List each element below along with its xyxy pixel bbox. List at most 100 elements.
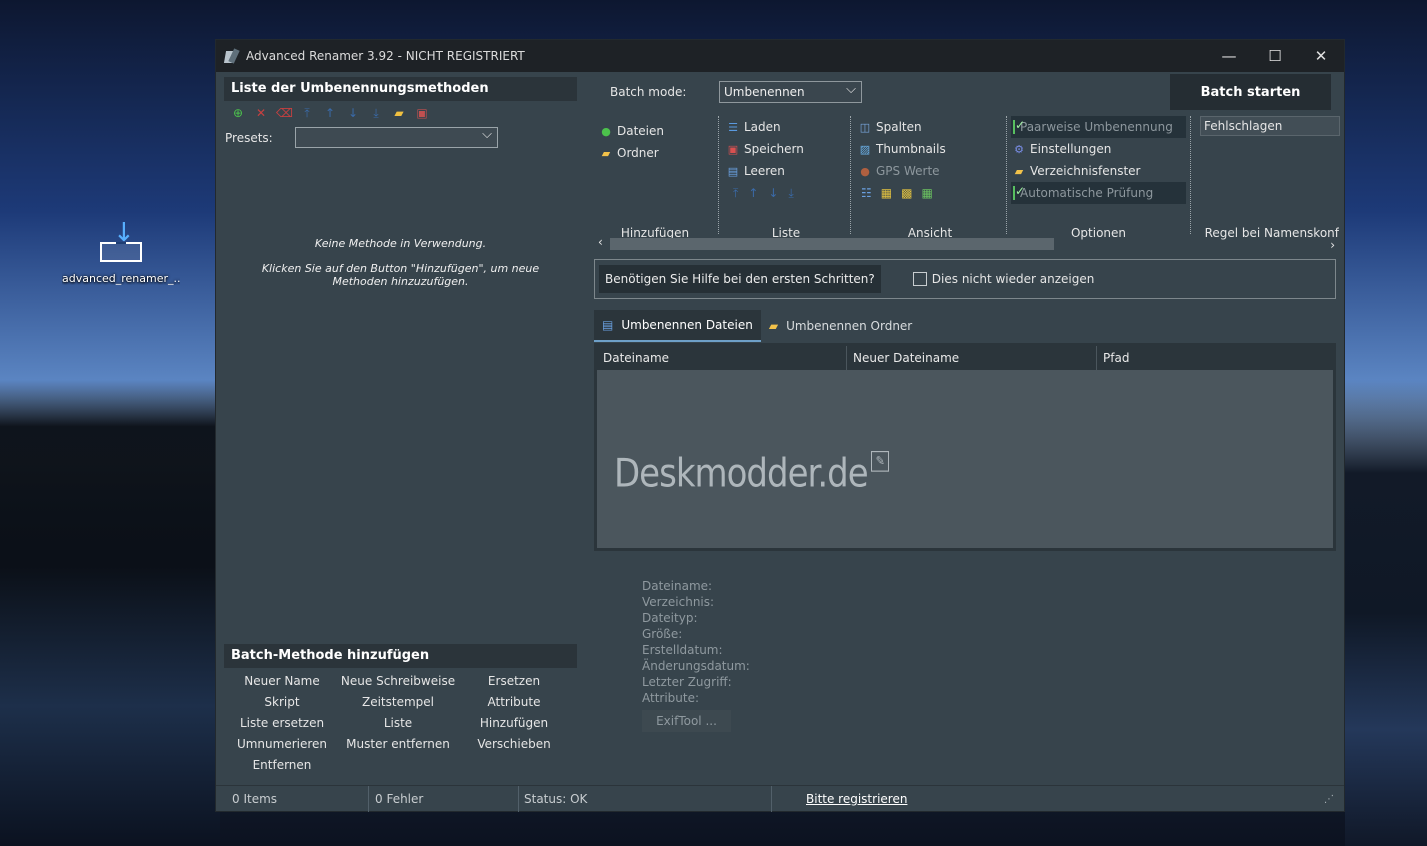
resize-grip-icon[interactable]: ⋰ xyxy=(1324,794,1334,805)
file-list-header: Dateiname Neuer Dateiname Pfad xyxy=(597,346,1333,370)
help-button[interactable]: Benötigen Sie Hilfe bei den ersten Schri… xyxy=(599,265,881,293)
move-down-icon[interactable]: ↓ xyxy=(345,105,361,121)
move-down-icon[interactable]: ↓ xyxy=(768,186,778,200)
folder-icon: ▰ xyxy=(768,319,779,333)
close-button[interactable]: ✕ xyxy=(1298,40,1344,72)
move-top-icon[interactable]: ⤒ xyxy=(299,105,315,121)
move-bottom-icon[interactable]: ⤓ xyxy=(788,186,793,201)
pairwise-rename-label: Paarweise Umbenennung xyxy=(1020,120,1173,134)
list-clear-button[interactable]: ▤ Leeren xyxy=(725,160,849,182)
column-header-path[interactable]: Pfad xyxy=(1097,346,1333,370)
status-text: Status: OK xyxy=(519,785,772,812)
method-verschieben[interactable]: Verschieben xyxy=(456,737,572,751)
prop-created: Erstelldatum: xyxy=(642,643,723,657)
settings-button[interactable]: ⚙ Einstellungen xyxy=(1011,138,1186,160)
image-icon: ▨ xyxy=(859,142,871,156)
batch-mode-dropdown[interactable]: Umbenennen xyxy=(719,80,862,103)
batch-start-button[interactable]: Batch starten xyxy=(1170,74,1331,110)
method-neue-schreibweise[interactable]: Neue Schreibweise xyxy=(340,674,456,688)
desktop-icon-label: advanced_renamer_... xyxy=(62,272,180,285)
desktop-icon-advanced-renamer[interactable]: ↓ advanced_renamer_... xyxy=(62,218,180,285)
method-neuer-name[interactable]: Neuer Name xyxy=(224,674,340,688)
pairwise-rename-toggle[interactable]: Paarweise Umbenennung xyxy=(1011,116,1186,138)
ribbon-group-optionen: Paarweise Umbenennung ⚙ Einstellungen ▰ … xyxy=(1011,116,1186,240)
file-icon: ▤ xyxy=(602,318,614,332)
list-clear-label: Leeren xyxy=(744,164,785,178)
ribbon-separator xyxy=(1006,116,1007,234)
scroll-left-icon[interactable]: ‹ xyxy=(598,235,603,249)
method-liste[interactable]: Liste xyxy=(340,716,456,730)
list-load-label: Laden xyxy=(744,120,781,134)
move-bottom-icon[interactable]: ⤓ xyxy=(368,105,384,121)
ribbon: ● Dateien ▰ Ordner Hinzufügen ☰ Laden ▣ … xyxy=(594,116,1340,240)
method-entfernen[interactable]: Entfernen xyxy=(224,758,340,772)
ribbon-group-liste: ☰ Laden ▣ Speichern ▤ Leeren ⤒ ↑ ↓ ⤓ Lis… xyxy=(723,116,849,240)
map-pin-icon: ● xyxy=(860,164,870,178)
register-link[interactable]: Bitte registrieren xyxy=(772,792,907,806)
method-skript[interactable]: Skript xyxy=(224,695,340,709)
ribbon-scrollbar[interactable]: ‹ › xyxy=(594,234,1339,252)
presets-dropdown[interactable] xyxy=(295,127,498,148)
auto-check-toggle[interactable]: Automatische Prüfung xyxy=(1011,182,1186,204)
ribbon-group-hinzufuegen: ● Dateien ▰ Ordner Hinzufügen xyxy=(594,116,716,240)
move-up-icon[interactable]: ↑ xyxy=(748,186,758,200)
plus-circle-icon: ● xyxy=(601,124,611,138)
empty-line-2: Klicken Sie auf den Button "Hinzufügen",… xyxy=(261,262,540,288)
checkbox-icon xyxy=(912,272,927,286)
method-attribute[interactable]: Attribute xyxy=(456,695,572,709)
method-zeitstempel[interactable]: Zeitstempel xyxy=(340,695,456,709)
directory-window-button[interactable]: ▰ Verzeichnisfenster xyxy=(1011,160,1186,182)
app-window: Advanced Renamer 3.92 - NICHT REGISTRIER… xyxy=(215,39,1345,812)
grid-view-icon[interactable]: ▦ xyxy=(921,186,932,200)
watermark: Deskmodder.de ✎ xyxy=(614,451,889,497)
tab-rename-folders[interactable]: ▰ Umbenennen Ordner xyxy=(761,310,920,342)
view-thumbnails-button[interactable]: ▨ Thumbnails xyxy=(857,138,1005,160)
file-tabs: ▤ Umbenennen Dateien ▰ Umbenennen Ordner xyxy=(594,310,920,342)
minimize-button[interactable]: — xyxy=(1206,40,1252,72)
dont-show-again-checkbox[interactable]: Dies nicht wieder anzeigen xyxy=(912,272,1094,286)
add-files-label: Dateien xyxy=(617,124,665,138)
tab-rename-files[interactable]: ▤ Umbenennen Dateien xyxy=(594,310,761,342)
delete-icon[interactable]: ✕ xyxy=(253,105,269,121)
empty-methods-message: Keine Methode in Verwendung. Klicken Sie… xyxy=(224,237,577,300)
file-list[interactable]: Dateiname Neuer Dateiname Pfad Deskmodde… xyxy=(594,343,1336,551)
method-hinzufuegen[interactable]: Hinzufügen xyxy=(456,716,572,730)
scroll-right-icon[interactable]: › xyxy=(1330,238,1335,252)
view-mode-toolbar: ☷ ▦ ▩ ▦ xyxy=(857,182,1005,204)
add-files-button[interactable]: ● Dateien xyxy=(598,120,716,142)
view-gps-button[interactable]: ● GPS Werte xyxy=(857,160,1005,182)
ribbon-separator xyxy=(1190,116,1191,234)
open-folder-icon[interactable]: ▰ xyxy=(391,105,407,121)
method-ersetzen[interactable]: Ersetzen xyxy=(456,674,572,688)
view-columns-button[interactable]: ◫ Spalten xyxy=(857,116,1005,138)
columns-icon: ◫ xyxy=(859,120,871,134)
add-folder-button[interactable]: ▰ Ordner xyxy=(598,142,716,164)
move-up-icon[interactable]: ↑ xyxy=(322,105,338,121)
file-properties: Dateiname: Verzeichnis: Dateityp: Größe:… xyxy=(642,578,750,732)
exiftool-button[interactable]: ExifTool ... xyxy=(642,710,731,732)
methods-header: Liste der Umbenennungsmethoden xyxy=(224,77,577,101)
save-icon[interactable]: ▣ xyxy=(414,105,430,121)
scrollbar-thumb[interactable] xyxy=(610,238,1054,250)
move-top-icon[interactable]: ⤒ xyxy=(733,186,738,201)
details-view-icon[interactable]: ▦ xyxy=(881,186,892,200)
eraser-icon[interactable]: ⌫ xyxy=(276,105,293,121)
maximize-button[interactable]: ☐ xyxy=(1252,40,1298,72)
method-muster-entfernen[interactable]: Muster entfernen xyxy=(340,737,456,751)
download-file-icon: ↓ xyxy=(98,218,144,264)
method-liste-ersetzen[interactable]: Liste ersetzen xyxy=(224,716,340,730)
list-save-button[interactable]: ▣ Speichern xyxy=(725,138,849,160)
tiles-view-icon[interactable]: ▩ xyxy=(901,186,912,200)
column-header-filename[interactable]: Dateiname xyxy=(597,346,847,370)
list-save-label: Speichern xyxy=(744,142,804,156)
list-icon: ☰ xyxy=(728,120,738,134)
add-icon[interactable]: ⊕ xyxy=(230,105,246,121)
column-header-new-filename[interactable]: Neuer Dateiname xyxy=(847,346,1097,370)
checkbox-checked-icon xyxy=(1013,184,1025,200)
save-icon: ▣ xyxy=(727,142,739,156)
window-title: Advanced Renamer 3.92 - NICHT REGISTRIER… xyxy=(246,49,525,63)
status-items: 0 Items xyxy=(216,785,369,812)
method-umnumerieren[interactable]: Umnumerieren xyxy=(224,737,340,751)
list-view-icon[interactable]: ☷ xyxy=(861,186,872,200)
list-load-button[interactable]: ☰ Laden xyxy=(725,116,849,138)
